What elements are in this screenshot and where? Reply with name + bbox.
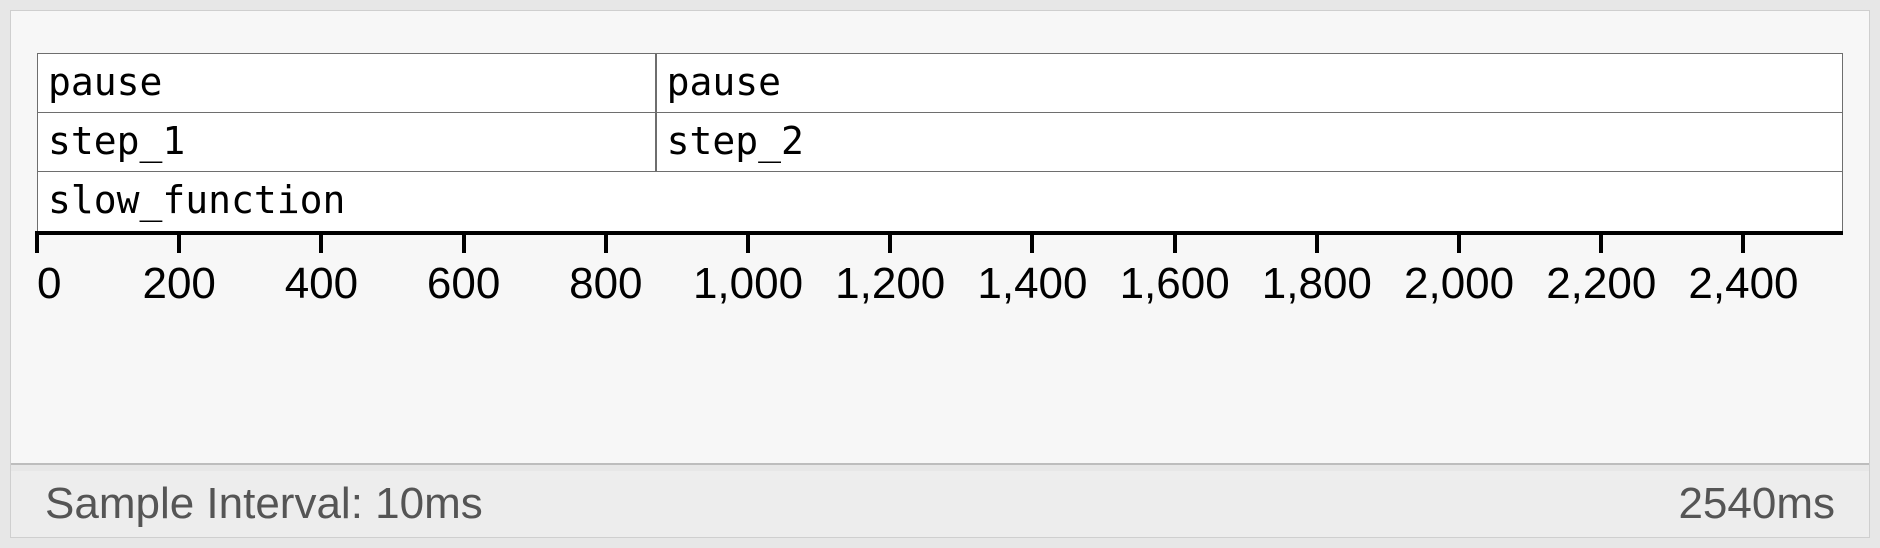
axis-tick-label: 1,400 xyxy=(977,259,1087,309)
axis-tick xyxy=(462,231,466,253)
axis-tick-label: 1,800 xyxy=(1262,259,1372,309)
axis-tick-label: 200 xyxy=(142,259,215,309)
time-axis: 0 200 400 600 800 1,000 1,200 1,400 1,600 1,800 2,… xyxy=(37,231,1843,321)
axis-tick xyxy=(177,231,181,253)
axis-tick-label: 600 xyxy=(427,259,500,309)
axis-tick xyxy=(1457,231,1461,253)
sample-interval-label: Sample Interval: 10ms xyxy=(45,479,483,529)
frame-slow_function[interactable]: slow_function xyxy=(37,171,1843,231)
axis-tick-label: 2,000 xyxy=(1404,259,1514,309)
frame-step_1[interactable]: step_1 xyxy=(37,112,656,172)
flame-chart[interactable]: 0 200 400 600 800 1,000 1,200 1,400 1,600 1,800 2,… xyxy=(37,31,1843,331)
axis-tick xyxy=(1599,231,1603,253)
axis-tick xyxy=(1030,231,1034,253)
frame-step_2[interactable]: step_2 xyxy=(656,112,1843,172)
flame-chart-panel[interactable]: 0 200 400 600 800 1,000 1,200 1,400 1,600 1,800 2,… xyxy=(11,11,1869,465)
axis-tick-label: 0 xyxy=(37,259,61,309)
axis-tick-label: 1,200 xyxy=(835,259,945,309)
axis-tick xyxy=(746,231,750,253)
profiler-window: 0 200 400 600 800 1,000 1,200 1,400 1,600 1,800 2,… xyxy=(10,10,1870,538)
frame-pause[interactable]: pause xyxy=(656,53,1843,113)
axis-tick-label: 1,600 xyxy=(1120,259,1230,309)
axis-tick-label: 800 xyxy=(569,259,642,309)
axis-tick xyxy=(888,231,892,253)
axis-tick-label: 1,000 xyxy=(693,259,803,309)
axis-tick xyxy=(604,231,608,253)
axis-tick xyxy=(1315,231,1319,253)
axis-tick-label: 2,200 xyxy=(1546,259,1656,309)
total-time-label: 2540ms xyxy=(1678,479,1835,529)
axis-tick xyxy=(35,231,39,253)
axis-tick xyxy=(1173,231,1177,253)
status-bar: Sample Interval: 10ms 2540ms xyxy=(11,471,1869,537)
axis-tick xyxy=(1741,231,1745,253)
axis-tick xyxy=(319,231,323,253)
axis-tick-label: 2,400 xyxy=(1688,259,1798,309)
axis-line xyxy=(37,231,1843,235)
axis-tick-label: 400 xyxy=(285,259,358,309)
frame-pause[interactable]: pause xyxy=(37,53,656,113)
